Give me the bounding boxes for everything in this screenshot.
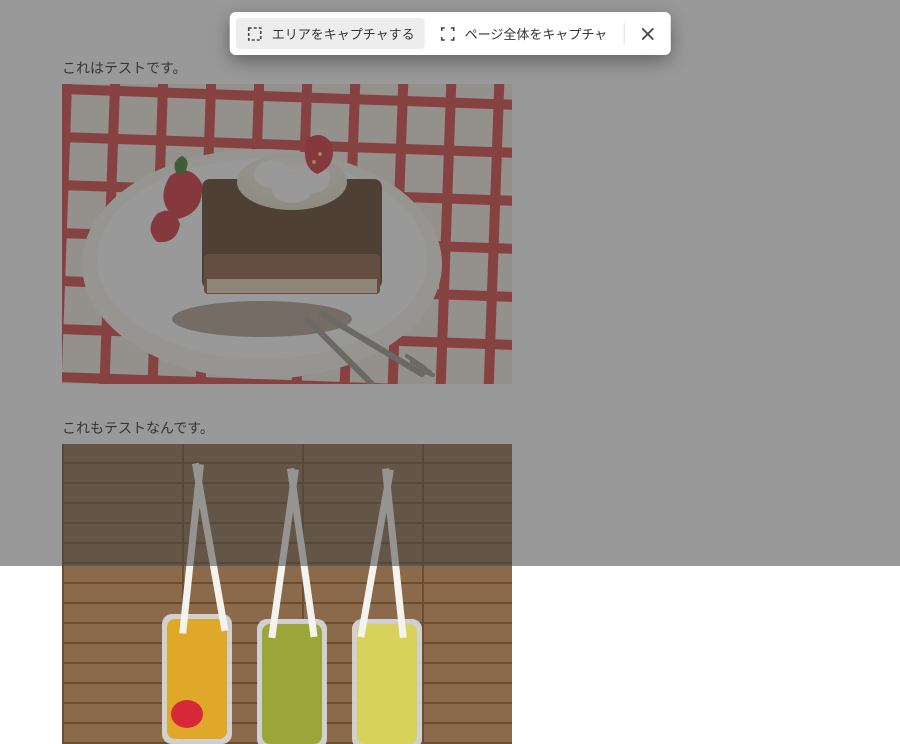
crop-area-icon	[246, 25, 264, 43]
capture-fullpage-button[interactable]: ページ全体をキャプチャ	[429, 18, 618, 49]
content-image	[62, 444, 512, 744]
section-caption: これはテストです。	[62, 58, 900, 78]
capture-area-button[interactable]: エリアをキャプチャする	[236, 18, 425, 49]
close-icon	[638, 25, 656, 43]
screenshot-toolbar: エリアをキャプチャする ページ全体をキャプチャ	[230, 12, 671, 55]
fullpage-icon	[439, 25, 457, 43]
page-content: これはテストです。	[0, 0, 900, 744]
section-caption: これもテストなんです。	[62, 418, 900, 438]
content-section: これはテストです。	[62, 58, 900, 384]
toolbar-divider	[623, 23, 624, 45]
button-label: エリアをキャプチャする	[272, 24, 415, 43]
button-label: ページ全体をキャプチャ	[465, 24, 608, 43]
content-image	[62, 84, 512, 384]
content-section: これもテストなんです。	[62, 418, 900, 744]
close-button[interactable]	[630, 19, 664, 49]
